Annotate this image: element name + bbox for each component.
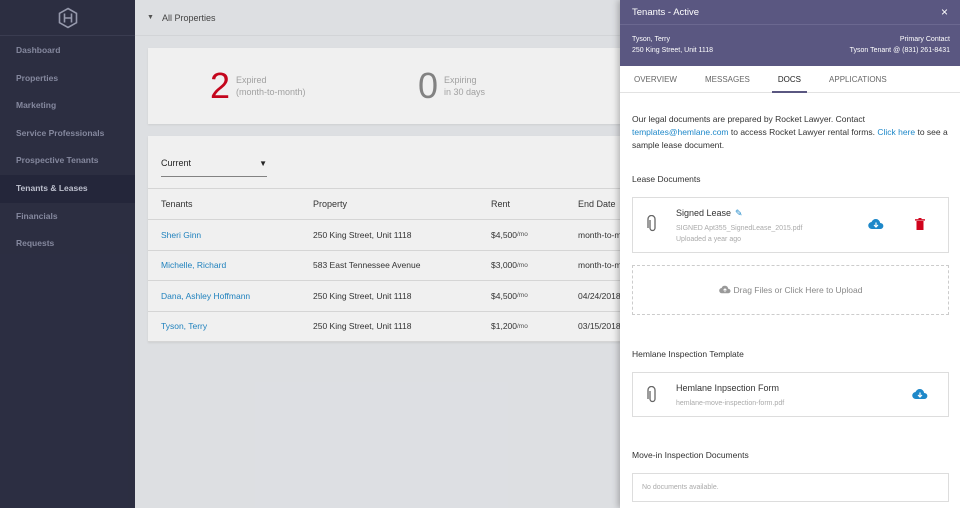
panel-subheader: Tyson, Terry 250 King Street, Unit 1118 … — [620, 24, 960, 66]
panel-tabs: OVERVIEW MESSAGES DOCS APPLICATIONS — [620, 66, 960, 93]
empty-documents-text: No documents available. — [642, 484, 719, 491]
lease-documents-heading: Lease Documents — [632, 174, 701, 184]
tenant-detail-panel: Tenants - Active × Tyson, Terry 250 King… — [620, 0, 960, 508]
document-title: Hemlane Inpsection Form — [676, 383, 780, 393]
document-uploaded: Uploaded a year ago — [676, 236, 741, 243]
docs-body: Our legal documents are prepared by Rock… — [620, 113, 960, 152]
pencil-edit-icon[interactable]: ✎ — [735, 208, 743, 218]
primary-contact-value: Tyson Tenant @ (831) 261-8431 — [849, 47, 950, 54]
document-title-row: Signed Lease ✎ — [676, 208, 743, 219]
tab-messages[interactable]: MESSAGES — [691, 66, 764, 92]
document-meta: SIGNED Apt355_SignedLease_2015.pdf Uploa… — [676, 223, 803, 245]
document-title: Signed Lease — [676, 208, 732, 218]
upload-dropzone[interactable]: Drag Files or Click Here to Upload — [632, 265, 949, 315]
inspection-template-heading: Hemlane Inspection Template — [632, 349, 744, 359]
tab-applications[interactable]: APPLICATIONS — [815, 66, 901, 92]
trash-icon[interactable] — [915, 218, 925, 233]
empty-documents-box: No documents available. — [632, 473, 949, 502]
signed-lease-card: Signed Lease ✎ SIGNED Apt355_SignedLease_… — [632, 197, 949, 253]
tab-overview[interactable]: OVERVIEW — [620, 66, 691, 92]
primary-contact-label: Primary Contact — [899, 36, 950, 43]
intro-text-2: to access Rocket Lawyer rental forms. — [728, 127, 878, 137]
templates-email-link[interactable]: templates@hemlane.com — [632, 127, 729, 137]
modal-backdrop[interactable] — [0, 0, 620, 508]
document-filename: hemlane-move-inspection-form.pdf — [676, 400, 785, 407]
close-icon[interactable]: × — [941, 5, 948, 19]
cloud-download-icon[interactable] — [912, 388, 928, 403]
cloud-download-icon[interactable] — [868, 218, 884, 233]
sample-lease-link[interactable]: Click here — [877, 127, 915, 137]
panel-header: Tenants - Active × — [620, 0, 960, 24]
paperclip-icon — [647, 385, 658, 407]
document-filename: SIGNED Apt355_SignedLease_2015.pdf — [676, 225, 803, 232]
move-in-inspection-heading: Move-in Inspection Documents — [632, 450, 749, 460]
legal-intro: Our legal documents are prepared by Rock… — [632, 113, 948, 152]
tenant-name: Tyson, Terry — [632, 36, 670, 43]
tenant-address: 250 King Street, Unit 1118 — [632, 47, 714, 54]
upload-cloud-icon — [718, 285, 731, 296]
inspection-form-card: Hemlane Inpsection Form hemlane-move-ins… — [632, 372, 949, 417]
tab-docs[interactable]: DOCS — [764, 66, 815, 93]
panel-title: Tenants - Active — [632, 6, 700, 18]
intro-text-1: Our legal documents are prepared by Rock… — [632, 114, 865, 124]
upload-label: Drag Files or Click Here to Upload — [733, 285, 863, 295]
paperclip-icon — [647, 214, 658, 236]
